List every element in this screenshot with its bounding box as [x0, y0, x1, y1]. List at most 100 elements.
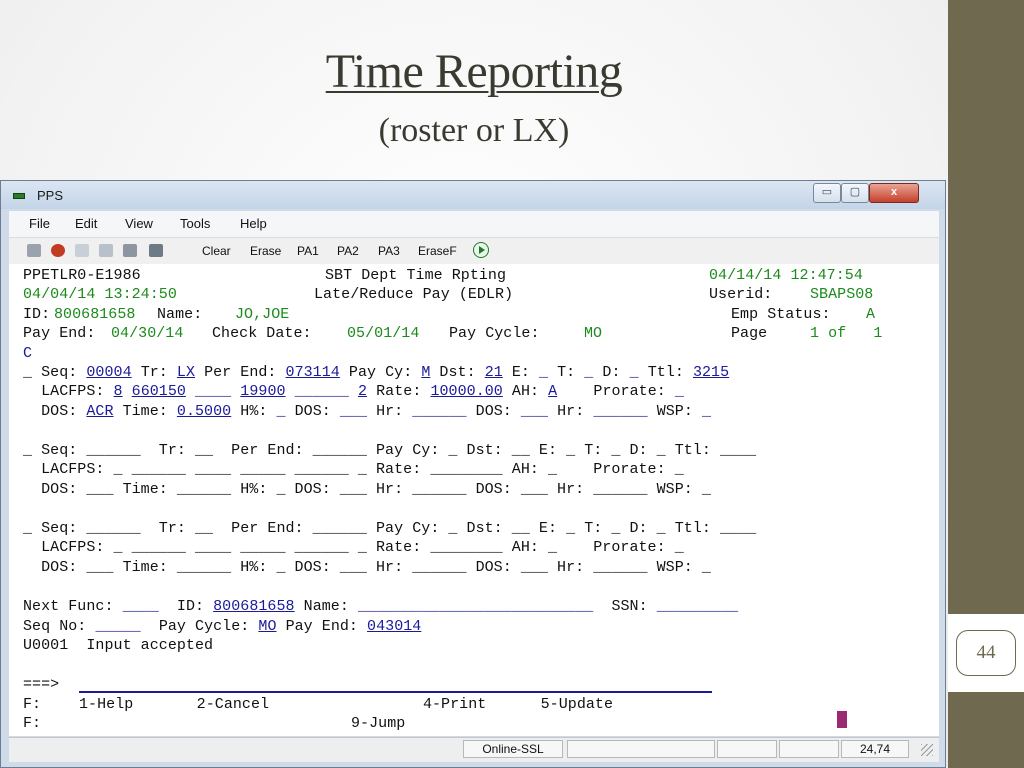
entry2-dos-row[interactable]: DOS: ___ Time: ______ H%: _ DOS: ___ Hr:… — [23, 480, 711, 499]
entry1-lacfps-1[interactable]: 8 — [114, 383, 123, 400]
entry1-per-end[interactable]: 073114 — [286, 364, 340, 381]
entry1-ah[interactable]: A — [548, 383, 557, 400]
entry1-dos3[interactable]: ___ — [521, 403, 548, 420]
status-cell-2 — [717, 740, 777, 758]
ssn-input[interactable]: _________ — [657, 598, 738, 615]
entry1-ttl[interactable]: 3215 — [693, 364, 729, 381]
pay-cycle-value: MO — [584, 325, 603, 342]
entry2-lacfps-row[interactable]: LACFPS: _ ______ ____ _____ ______ _ Rat… — [23, 460, 684, 479]
menu-file[interactable]: File — [29, 216, 50, 231]
fkey-row-1: 1-Help 2-Cancel 4-Print 5-Update — [79, 696, 614, 713]
command-prompt: ===> — [23, 676, 60, 693]
entry1-seq[interactable]: 00004 — [86, 364, 131, 381]
next-func-input[interactable]: ____ — [123, 598, 159, 615]
entry1-lacfps-6[interactable]: 2 — [358, 383, 367, 400]
copy-icon[interactable] — [75, 244, 89, 257]
entry1-lacfps-4[interactable]: 19900 — [240, 383, 285, 400]
paste-icon[interactable] — [99, 244, 113, 257]
menu-edit[interactable]: Edit — [75, 216, 97, 231]
page-value: 1 of 1 — [810, 325, 883, 342]
minimize-button[interactable]: ▭ — [813, 183, 841, 203]
entry1-hr2[interactable]: ______ — [593, 403, 647, 420]
name2-input[interactable]: __________________________ — [358, 598, 593, 615]
id-label: ID: — [23, 306, 51, 323]
pay-cycle2-label: Pay Cycle: — [158, 618, 250, 635]
clear-button[interactable]: Clear — [202, 244, 231, 258]
status-bar: Online-SSL 24,74 — [9, 737, 939, 762]
entry1-rate[interactable]: 10000.00 — [430, 383, 502, 400]
entry1-dos2[interactable]: ___ — [340, 403, 367, 420]
toolbar: Clear Erase PA1 PA2 PA3 EraseF — [9, 237, 939, 264]
entry1-hpct[interactable]: _ — [276, 403, 285, 420]
menu-bar: File Edit View Tools Help — [9, 211, 939, 237]
page-label: Page — [731, 325, 768, 342]
next-func-row: Next Func: ____ ID: 800681658 Name: ____… — [23, 597, 738, 616]
emp-status-label: Emp Status: — [731, 306, 831, 323]
name2-label: Name: — [303, 598, 349, 615]
window-titlebar[interactable]: PPS ▭ ▢ x — [1, 181, 945, 209]
menu-help[interactable]: Help — [240, 216, 267, 231]
pay-cycle2-input[interactable]: MO — [258, 618, 276, 635]
name-label: Name: — [157, 306, 203, 323]
id2-input[interactable]: 800681658 — [213, 598, 294, 615]
entry1-hr[interactable]: ______ — [412, 403, 466, 420]
connection-status: Online-SSL — [463, 740, 563, 758]
entry2-seq-row[interactable]: _ Seq: ______ Tr: __ Per End: ______ Pay… — [23, 441, 756, 460]
entry1-lacfps-2[interactable]: 660150 — [132, 383, 186, 400]
window-title: PPS — [37, 188, 64, 203]
userid-label: Userid: — [709, 286, 773, 303]
entry3-lacfps-row[interactable]: LACFPS: _ ______ ____ _____ ______ _ Rat… — [23, 538, 684, 557]
entry3-dos-row[interactable]: DOS: ___ Time: ______ H%: _ DOS: ___ Hr:… — [23, 558, 711, 577]
session-datetime: 04/04/14 13:24:50 — [23, 286, 177, 303]
slide-title: Time Reporting — [325, 45, 623, 98]
slide-subtitle: (roster or LX) — [378, 112, 570, 149]
command-input[interactable] — [79, 691, 712, 693]
ssn-label: SSN: — [611, 598, 648, 615]
entry3-seq-row[interactable]: _ Seq: ______ Tr: __ Per End: ______ Pay… — [23, 519, 756, 538]
screen-id: PPETLR0-E1986 — [23, 267, 141, 284]
entry1-lacfps-row: LACFPS: 8 660150 ____ 19900 ______ 2 Rat… — [23, 383, 684, 400]
seq-no-input[interactable]: _____ — [95, 618, 140, 635]
entry1-lacfps-5[interactable]: ______ — [295, 383, 349, 400]
entry1-time[interactable]: 0.5000 — [177, 403, 231, 420]
entry1-e[interactable]: _ — [539, 364, 548, 381]
play-icon[interactable] — [473, 242, 489, 258]
entry1-t[interactable]: _ — [584, 364, 593, 381]
pay-end-value: 04/30/14 — [111, 325, 184, 342]
entry1-pay-cy[interactable]: M — [421, 364, 430, 381]
menu-tools[interactable]: Tools — [180, 216, 210, 231]
status-cell-3 — [779, 740, 839, 758]
page-number: 44 — [956, 630, 1016, 676]
cursor-block — [837, 711, 847, 728]
erase-button[interactable]: Erase — [250, 244, 281, 258]
pps-window: PPS ▭ ▢ x File Edit View Tools Help Clea… — [0, 180, 946, 768]
printer-icon[interactable] — [123, 244, 137, 257]
terminal-screen[interactable]: PPETLR0-E1986 SBT Dept Time Rpting 04/14… — [9, 264, 939, 736]
fkey-label-2: F: — [23, 715, 42, 732]
entry1-dst[interactable]: 21 — [485, 364, 503, 381]
next-func-label: Next Func: — [23, 598, 114, 615]
pa1-button[interactable]: PA1 — [297, 244, 319, 258]
pay-end2-input[interactable]: 043014 — [367, 618, 421, 635]
status-message: U0001 Input accepted — [23, 637, 214, 654]
entry1-tr[interactable]: LX — [177, 364, 195, 381]
close-button[interactable]: x — [869, 183, 919, 203]
pa2-button[interactable]: PA2 — [337, 244, 359, 258]
entry1-d[interactable]: _ — [630, 364, 639, 381]
entry1-prorate[interactable]: _ — [675, 383, 684, 400]
resize-grip-icon[interactable] — [921, 744, 933, 756]
macro-icon[interactable] — [149, 244, 163, 257]
entry1-dos[interactable]: ACR — [86, 403, 113, 420]
menu-view[interactable]: View — [125, 216, 153, 231]
screen-subtitle: Late/Reduce Pay (EDLR) — [314, 286, 514, 303]
erasef-button[interactable]: EraseF — [418, 244, 457, 258]
entry1-wsp[interactable]: _ — [702, 403, 711, 420]
print-icon[interactable] — [27, 244, 41, 257]
maximize-button[interactable]: ▢ — [841, 183, 869, 203]
disconnect-icon[interactable] — [51, 244, 65, 257]
pay-cycle-label: Pay Cycle: — [449, 325, 540, 342]
pa3-button[interactable]: PA3 — [378, 244, 400, 258]
pay-end2-label: Pay End: — [285, 618, 358, 635]
entry1-lacfps-3[interactable]: ____ — [195, 383, 231, 400]
userid-value: SBAPS08 — [810, 286, 874, 303]
